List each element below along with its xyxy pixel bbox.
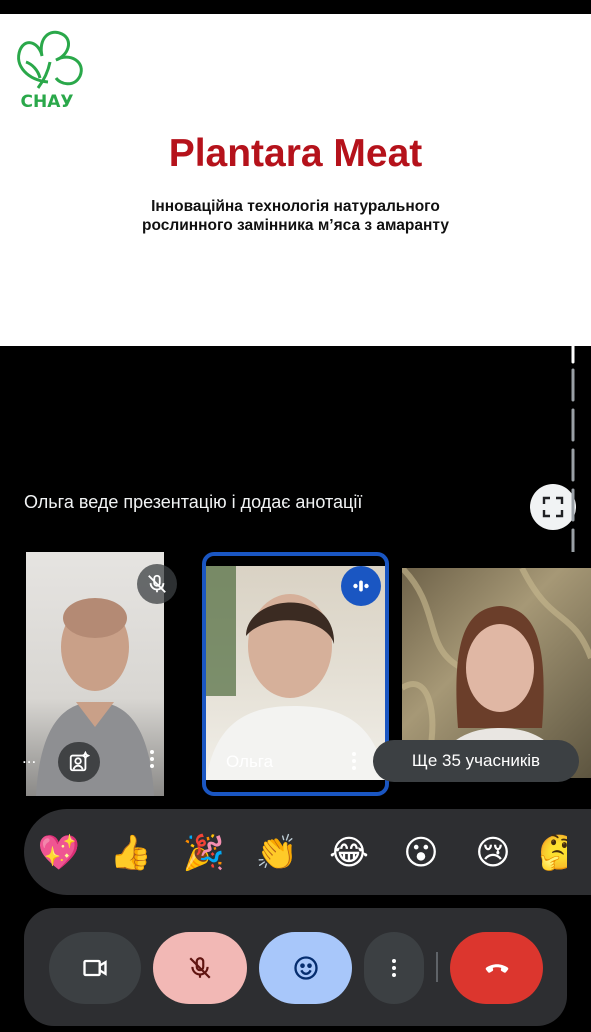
microphone-toggle-button[interactable] xyxy=(153,932,247,1004)
participant-tile[interactable]: ... xyxy=(0,552,188,796)
end-call-button[interactable] xyxy=(450,932,543,1004)
speaking-indicator xyxy=(341,566,381,606)
participant-name: ... xyxy=(22,748,37,767)
more-options-button[interactable] xyxy=(364,932,424,1004)
participant-menu-button[interactable] xyxy=(344,746,364,776)
mic-muted-badge xyxy=(137,564,177,604)
reaction-tears-of-joy[interactable]: 😂 xyxy=(326,831,372,875)
fullscreen-icon xyxy=(542,496,564,518)
mic-off-icon xyxy=(189,957,211,979)
reaction-sparkling-heart[interactable]: 💖 xyxy=(36,831,82,875)
slide-subtitle-line2: рослинного замінника м’яса з амаранту xyxy=(142,217,449,234)
reaction-surprised[interactable]: 😮 xyxy=(398,831,444,875)
slide-subtitle: Інноваційна технологія натурального росл… xyxy=(100,197,491,235)
reaction-clapping-hands[interactable]: 👏 xyxy=(254,831,300,875)
camera-toggle-button[interactable] xyxy=(49,932,141,1004)
logo-text: СНАУ xyxy=(20,92,74,112)
participant-name: Ольга xyxy=(226,752,274,771)
presentation-slide: СНАУ Plantara Meat Інноваційна технологі… xyxy=(0,14,591,346)
reactions-button[interactable] xyxy=(259,932,352,1004)
scrollbar[interactable] xyxy=(569,322,577,572)
mic-off-icon xyxy=(148,574,166,593)
more-vert-icon xyxy=(384,953,404,983)
reaction-thumbs-up[interactable]: 👍 xyxy=(108,831,154,875)
slide-subtitle-line1: Інноваційна технологія натурального xyxy=(151,198,440,215)
reaction-thinking[interactable]: 🤔 xyxy=(538,831,567,875)
portrait-effect-icon xyxy=(69,751,90,772)
reaction-crying[interactable]: 😢 xyxy=(470,831,516,875)
participant-tile-active-speaker[interactable]: Ольга xyxy=(202,552,389,796)
end-call-icon xyxy=(485,964,508,973)
camera-icon xyxy=(83,959,107,977)
reaction-party-popper[interactable]: 🎉 xyxy=(181,831,227,875)
reactions-bar: 💖 👍 🎉 👏 😂 😮 😢 🤔 xyxy=(24,809,591,895)
presentation-status: Ольга веде презентацію і додає анотації xyxy=(24,492,363,512)
controls-divider xyxy=(436,952,438,982)
participant-menu-button[interactable] xyxy=(142,744,162,774)
audio-level-icon xyxy=(353,580,369,592)
visual-effects-button[interactable] xyxy=(58,742,100,782)
emoji-icon xyxy=(293,956,318,980)
more-participants-button[interactable]: Ще 35 учасників xyxy=(373,740,579,782)
slide-title: Plantara Meat xyxy=(168,132,423,175)
